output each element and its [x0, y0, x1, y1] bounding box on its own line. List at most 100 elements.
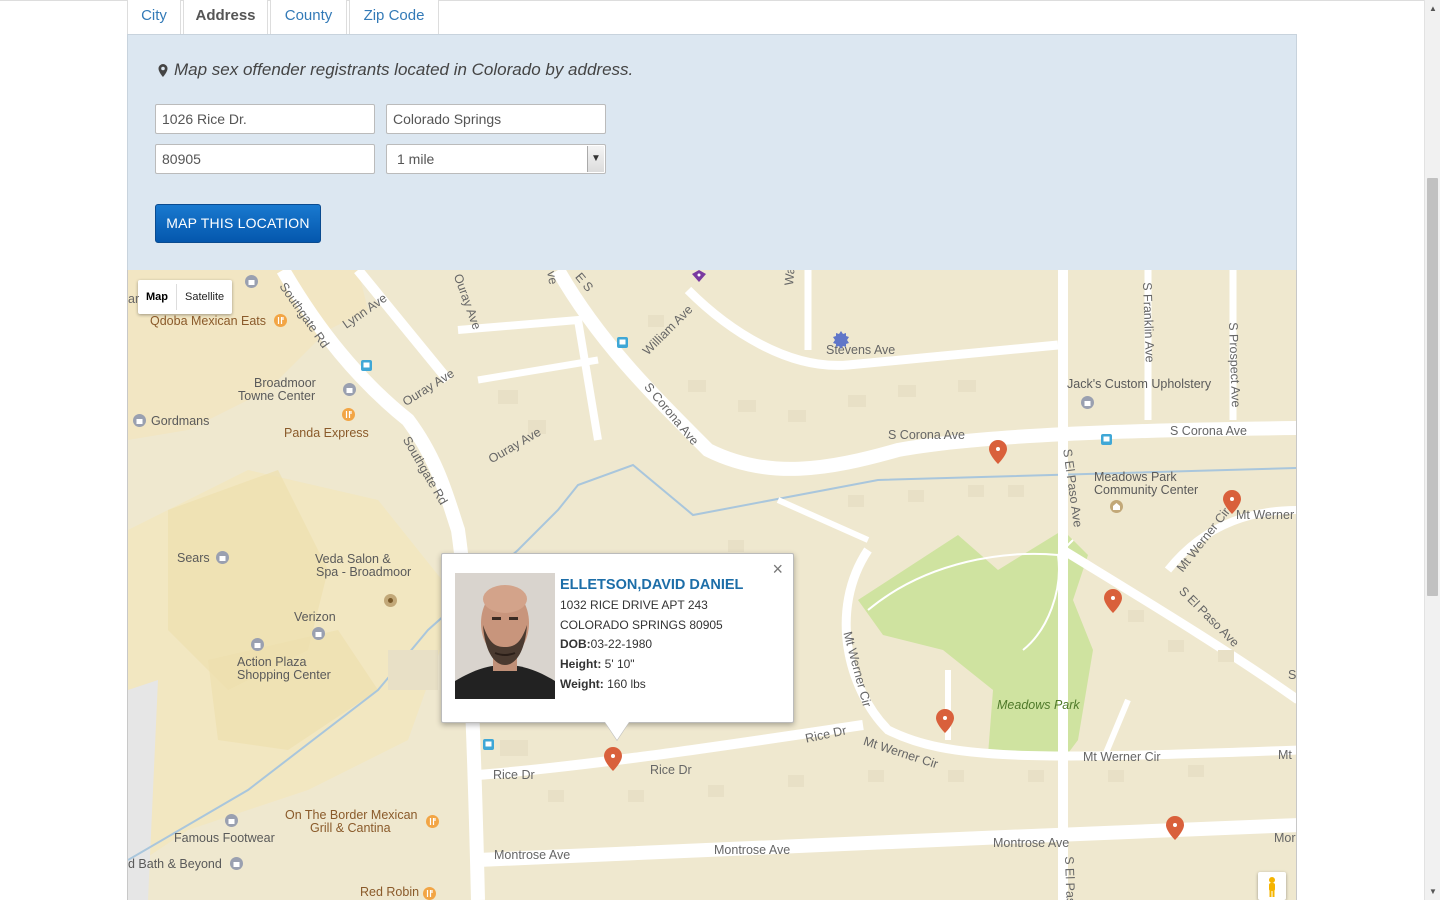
tab-zip-code[interactable]: Zip Code — [349, 0, 439, 35]
map-canvas[interactable]: Map Satellite Qdoba Mexican Eats Broadmo… — [127, 270, 1297, 900]
police-badge-icon — [833, 331, 849, 349]
scroll-up-icon[interactable]: ▲ — [1425, 0, 1440, 17]
place-broadmoor-towne-2: Towne Center — [238, 389, 316, 403]
scrollbar-thumb[interactable] — [1427, 178, 1438, 596]
offender-address-line1: 1032 RICE DRIVE APT 243 — [560, 598, 708, 612]
shopping-icon — [343, 383, 356, 396]
offender-marker[interactable] — [1223, 490, 1241, 514]
address-field[interactable]: 1026 Rice Dr. — [155, 104, 375, 134]
offender-marker[interactable] — [936, 709, 954, 733]
offender-photo — [455, 573, 555, 699]
street-corona-2: S Corona Ave — [1170, 424, 1247, 438]
address-search-panel: Map sex offender registrants located in … — [127, 34, 1297, 271]
tab-address[interactable]: Address — [183, 0, 268, 35]
height-value: 5' 10" — [601, 657, 635, 672]
height-label: Height: — [560, 657, 602, 672]
shopping-icon — [1081, 396, 1094, 409]
offender-details: ELLETSON,DAVID DANIEL 1032 RICE DRIVE AP… — [560, 576, 770, 695]
street-franklin: S Franklin Ave — [1140, 282, 1157, 363]
offender-marker-selected[interactable] — [604, 747, 622, 771]
bus-stop-icon — [1101, 434, 1112, 445]
offender-dob-row: DOB:03-22-1980 — [560, 635, 770, 655]
place-action-plaza-2: Shopping Center — [237, 668, 331, 682]
radius-value: 1 mile — [397, 151, 435, 167]
street-prospect: S Prospect Ave — [1226, 322, 1243, 408]
street-montrose-partial: Mor — [1274, 831, 1296, 845]
place-red-robin: Red Robin — [360, 885, 420, 899]
info-window-tail — [605, 722, 629, 740]
place-verizon: Verizon — [294, 610, 336, 624]
place-veda-2: Spa - Broadmoor — [316, 565, 412, 579]
city-field[interactable]: Colorado Springs — [386, 104, 606, 134]
shopping-icon — [225, 814, 238, 827]
street-montrose-1: Montrose Ave — [494, 848, 571, 862]
form-heading: Map sex offender registrants located in … — [158, 60, 633, 80]
place-sears: Sears — [177, 551, 210, 565]
place-meadows-cc-2: Community Center — [1094, 483, 1199, 497]
dob-label: DOB: — [560, 637, 591, 652]
shopping-icon — [251, 638, 264, 651]
street-view-pegman[interactable] — [1258, 872, 1286, 900]
page: City Address County Zip Code Map sex off… — [0, 0, 1440, 900]
restaurant-icon — [423, 887, 436, 900]
tab-city[interactable]: City — [127, 0, 181, 35]
close-icon[interactable]: × — [772, 560, 783, 578]
place-on-the-border-2: Grill & Cantina — [310, 821, 391, 835]
restaurant-icon — [274, 314, 287, 327]
shopping-icon — [230, 857, 243, 870]
weight-value: 160 lbs — [603, 676, 646, 691]
place-action-plaza-1: Action Plaza — [237, 655, 307, 669]
place-famous-footwear: Famous Footwear — [174, 831, 275, 845]
community-center-icon — [1110, 500, 1123, 513]
street-mt-werner-2: Mt Werner — [1236, 508, 1295, 522]
map-type-map-button[interactable]: Map — [138, 280, 176, 314]
place-broadmoor-towne-1: Broadmoor — [254, 376, 316, 390]
place-on-the-border-1: On The Border Mexican — [285, 808, 418, 822]
bus-stop-icon — [483, 739, 494, 750]
offender-name[interactable]: ELLETSON,DAVID DANIEL — [560, 576, 770, 594]
place-gordmans: Gordmans — [151, 414, 210, 428]
place-jacks-upholstery: Jack's Custom Upholstery — [1067, 377, 1212, 391]
weight-label: Weight: — [560, 676, 604, 691]
salon-icon — [384, 594, 397, 607]
street-mt-werner-5: Mt Werner Cir — [1083, 750, 1161, 764]
bus-stop-icon — [617, 337, 628, 348]
place-meadows-cc-1: Meadows Park — [1094, 470, 1177, 484]
shopping-icon — [312, 627, 325, 640]
offender-marker[interactable] — [1104, 589, 1122, 613]
pegman-icon — [1269, 877, 1275, 897]
page-scrollbar[interactable]: ▲ ▼ — [1424, 0, 1440, 900]
chevron-down-icon: ▼ — [587, 146, 604, 172]
street-rice-2: Rice Dr — [650, 763, 692, 777]
street-rice-1: Rice Dr — [493, 768, 535, 782]
shopping-icon — [245, 275, 258, 288]
offender-marker[interactable] — [1166, 816, 1184, 840]
place-of-worship-icon — [692, 270, 706, 282]
offender-photo-image — [455, 573, 555, 699]
dob-value: 03-22-1980 — [590, 637, 653, 652]
map-location-button[interactable]: MAP THIS LOCATION — [155, 204, 321, 243]
shopping-icon — [216, 551, 229, 564]
map-type-satellite-button[interactable]: Satellite — [177, 280, 232, 314]
street-montrose-2: Montrose Ave — [714, 843, 791, 857]
scroll-down-icon[interactable]: ▼ — [1425, 883, 1440, 900]
restaurant-icon — [342, 408, 355, 421]
offender-marker[interactable] — [989, 440, 1007, 464]
radius-select[interactable]: 1 mile ▼ — [386, 144, 606, 174]
zip-field[interactable]: 80905 — [155, 144, 375, 174]
street-el-paso-3: S El Paso — [1062, 856, 1078, 900]
tab-county[interactable]: County — [270, 0, 347, 35]
street-corona-1: S Corona Ave — [888, 428, 965, 442]
offender-address-line2: COLORADO SPRINGS 80905 — [560, 617, 723, 632]
place-qdoba: Qdoba Mexican Eats — [150, 314, 267, 328]
offender-height-row: Height: 5' 10" — [560, 655, 770, 675]
restaurant-icon — [426, 815, 439, 828]
bus-stop-icon — [361, 360, 372, 371]
form-heading-text: Map sex offender registrants located in … — [174, 60, 634, 79]
map-pin-icon — [158, 63, 168, 77]
offender-weight-row: Weight: 160 lbs — [560, 675, 770, 695]
street-montrose-3: Montrose Ave — [993, 836, 1070, 850]
street-mt-partial: Mt — [1278, 748, 1292, 762]
place-panda-express: Panda Express — [284, 426, 369, 440]
street-ve-partial: ve — [544, 270, 561, 286]
